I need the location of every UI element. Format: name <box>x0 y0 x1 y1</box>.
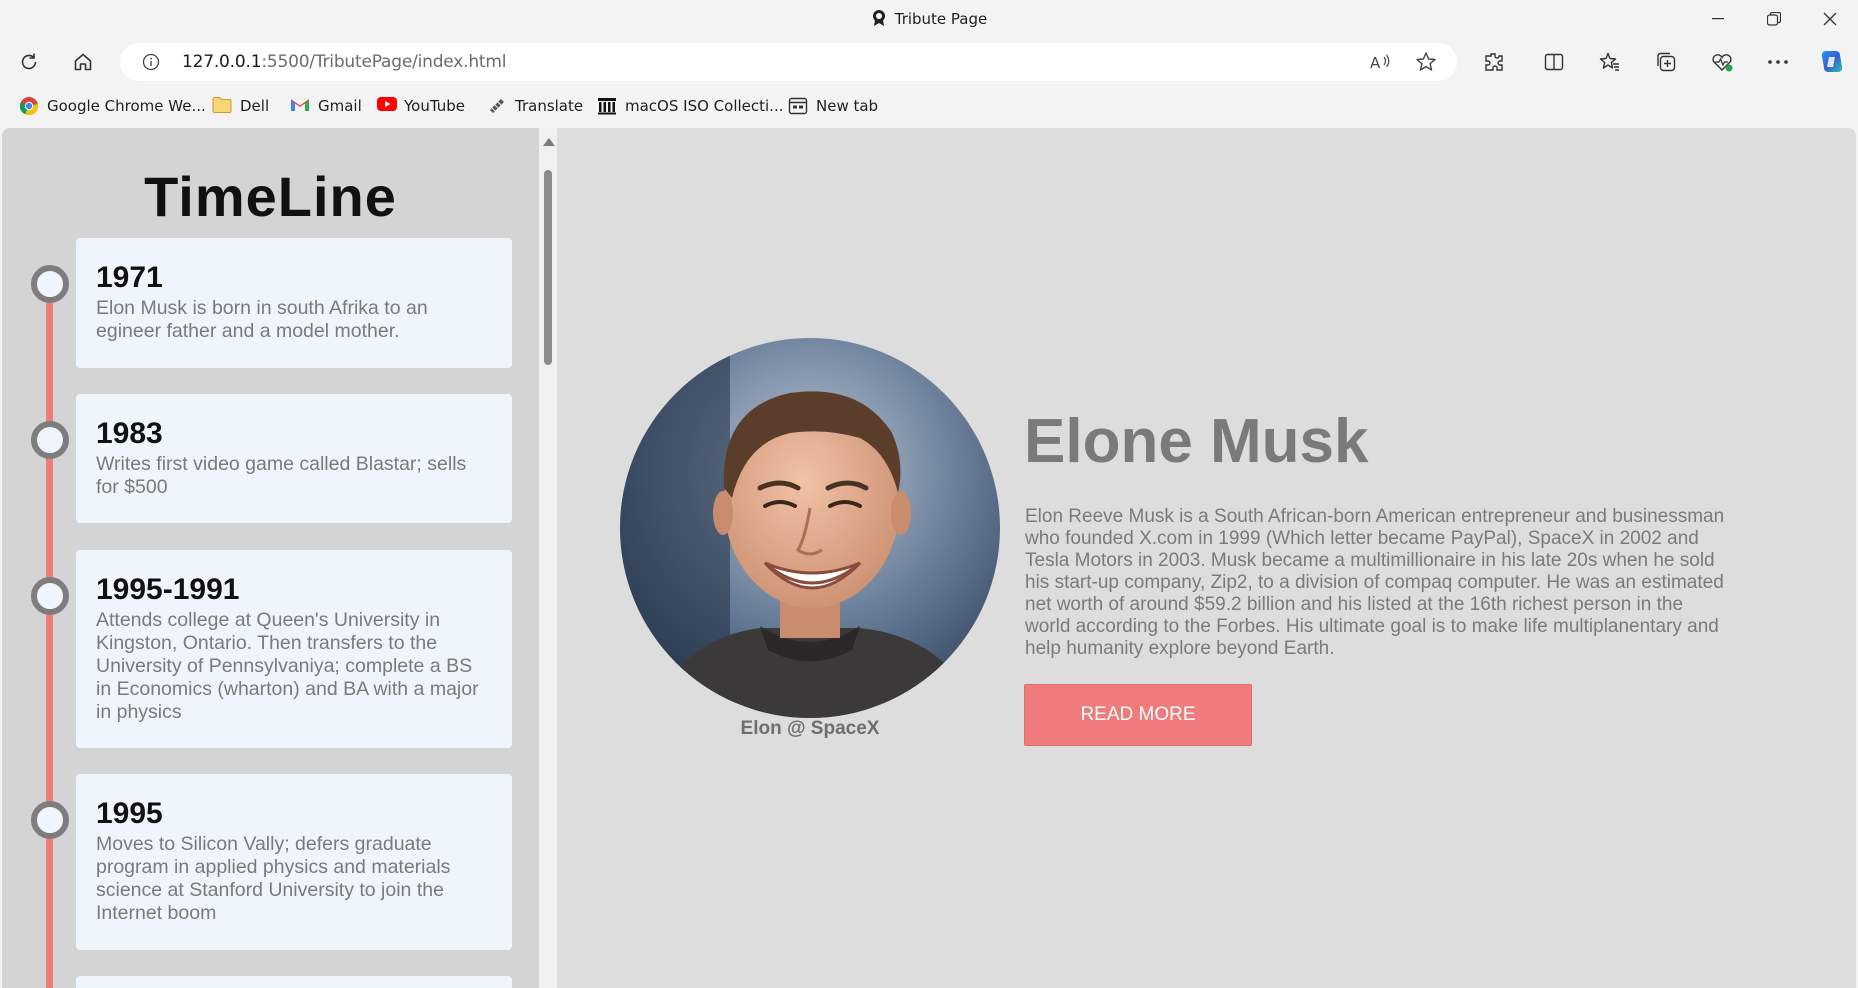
timeline-title: TimeLine <box>144 165 397 228</box>
performance-icon[interactable] <box>1704 44 1740 80</box>
timeline-text: Moves to Silicon Vally; defers graduate … <box>96 833 451 924</box>
timeline-dot <box>31 265 69 303</box>
archive-icon <box>597 96 617 116</box>
bookmark-macos-iso[interactable]: macOS ISO Collecti... <box>597 95 783 117</box>
extensions-icon[interactable] <box>1476 44 1512 80</box>
bookmark-translate[interactable]: Translate <box>487 95 583 117</box>
sidebar-scrollbar[interactable] <box>539 128 557 988</box>
favorites-icon[interactable] <box>1592 44 1628 80</box>
refresh-icon[interactable] <box>11 44 47 80</box>
bookmark-gmail[interactable]: Gmail <box>290 95 362 117</box>
collections-icon[interactable] <box>1648 44 1684 80</box>
copilot-icon[interactable] <box>1814 44 1850 80</box>
bookmark-new-tab[interactable]: New tab <box>788 95 878 117</box>
minimize-button[interactable] <box>1690 0 1746 38</box>
timeline-item-1995-1991: 1995-1991 Attends college at Queen's Uni… <box>31 550 512 748</box>
browser-toolbar: 127.0.0.1:5500/TributePage/index.html A <box>0 38 1858 86</box>
hero-name: Elone Musk <box>1024 407 1369 476</box>
close-window-button[interactable] <box>1802 0 1858 38</box>
timeline-text: Attends college at Queen's University in… <box>96 609 479 723</box>
read-more-button[interactable]: READ MORE <box>1024 684 1252 746</box>
timeline-item-1983: 1983 Writes first video game called Blas… <box>31 394 512 523</box>
split-screen-icon[interactable] <box>1536 44 1572 80</box>
hero-bio: Elon Reeve Musk is a South African-born … <box>1025 506 1725 659</box>
timeline-text: Writes first video game called Blastar; … <box>96 453 467 498</box>
more-icon[interactable] <box>1760 44 1796 80</box>
timeline-dot <box>31 421 69 459</box>
tab-title: Tribute Page <box>894 10 988 28</box>
ribbon-award-icon <box>871 9 887 31</box>
bookmarks-bar: Google Chrome We... Dell Gmail YouTube T… <box>0 86 1858 126</box>
scroll-thumb[interactable] <box>544 170 552 365</box>
home-icon[interactable] <box>65 44 101 80</box>
address-bar[interactable]: 127.0.0.1:5500/TributePage/index.html A <box>120 43 1457 81</box>
new-tab-icon <box>788 96 808 116</box>
timeline-year: 1995 <box>96 797 163 830</box>
restore-button[interactable] <box>1746 0 1802 38</box>
scroll-up-arrow-icon[interactable] <box>543 138 555 146</box>
profile-photo <box>620 338 1000 718</box>
youtube-icon <box>376 96 397 116</box>
url-text[interactable]: 127.0.0.1:5500/TributePage/index.html <box>182 52 506 72</box>
bookmark-chrome[interactable]: Google Chrome We... <box>19 95 206 117</box>
photo-caption: Elon @ SpaceX <box>740 718 880 739</box>
window-titlebar: Tribute Page <box>0 0 1858 38</box>
timeline-year: 1971 <box>96 261 163 294</box>
timeline-text: Elon Musk is born in south Afrika to an … <box>96 297 428 342</box>
timeline-year: 1983 <box>96 417 163 450</box>
favorite-star-icon[interactable] <box>1415 51 1437 78</box>
translate-icon <box>487 96 507 116</box>
timeline-line <box>46 278 53 988</box>
read-aloud-icon[interactable]: A <box>1369 51 1391 78</box>
gmail-icon <box>290 96 310 116</box>
timeline-year: 1995-1991 <box>96 573 240 606</box>
timeline-item-1971: 1971 Elon Musk is born in south Afrika t… <box>31 238 512 368</box>
timeline-sidebar[interactable]: TimeLine 1971 Elon Musk is born in south… <box>2 128 539 988</box>
chrome-icon <box>19 96 39 116</box>
bookmark-youtube[interactable]: YouTube <box>376 95 465 117</box>
timeline-dot <box>31 577 69 615</box>
window-title: Tribute Page <box>0 9 1858 31</box>
timeline-item-1995: 1995 Moves to Silicon Vally; defers grad… <box>31 774 512 950</box>
folder-icon <box>212 96 232 116</box>
timeline-item-partial <box>76 976 512 988</box>
svg-text:A: A <box>1370 54 1381 72</box>
bookmark-dell[interactable]: Dell <box>212 95 269 117</box>
page-viewport: TimeLine 1971 Elon Musk is born in south… <box>2 128 1856 988</box>
info-icon[interactable] <box>142 53 160 76</box>
timeline-dot <box>31 801 69 839</box>
